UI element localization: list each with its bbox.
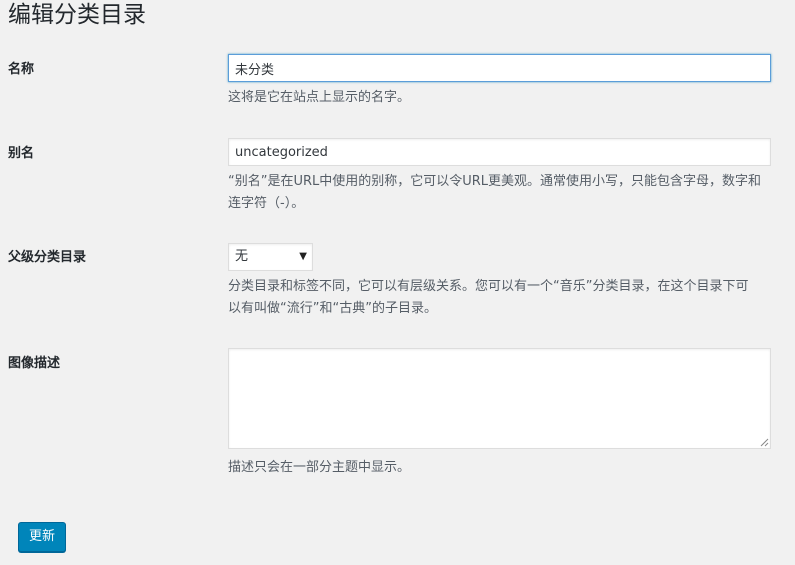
slug-description: “别名”是在URL中使用的别称，它可以令URL更美观。通常使用小写，只能包含字母… [228, 171, 795, 215]
parent-select-value: 无 [235, 249, 249, 264]
slug-label: 别名 [8, 146, 35, 161]
slug-description-line2: 连字符（-）。 [228, 196, 305, 211]
parent-description: 分类目录和标签不同，它可以有层级关系。您可以有一个“音乐”分类目录，在这个目录下… [228, 276, 795, 320]
parent-label: 父级分类目录 [8, 250, 87, 265]
slug-description-line1: “别名”是在URL中使用的别称，它可以令URL更美观。通常使用小写，只能包含字母… [228, 174, 762, 189]
parent-select[interactable]: 无 ▼ [228, 243, 313, 271]
description-textarea[interactable] [228, 348, 771, 449]
parent-description-line1: 分类目录和标签不同，它可以有层级关系。您可以有一个“音乐”分类目录，在这个目录下… [228, 279, 749, 294]
update-button[interactable]: 更新 [18, 522, 66, 552]
slug-input[interactable] [228, 138, 771, 166]
name-description: 这将是它在站点上显示的名字。 [228, 90, 411, 105]
name-input[interactable] [228, 54, 771, 82]
parent-description-line2: 以有叫做“流行”和“古典”的子目录。 [228, 301, 437, 316]
resize-grip-icon[interactable] [759, 437, 769, 447]
triangle-down-icon: ▼ [299, 251, 307, 262]
page-title: 编辑分类目录 [8, 2, 146, 28]
name-label: 名称 [8, 62, 35, 77]
description-label: 图像描述 [8, 356, 61, 371]
description-help: 描述只会在一部分主题中显示。 [228, 460, 411, 475]
